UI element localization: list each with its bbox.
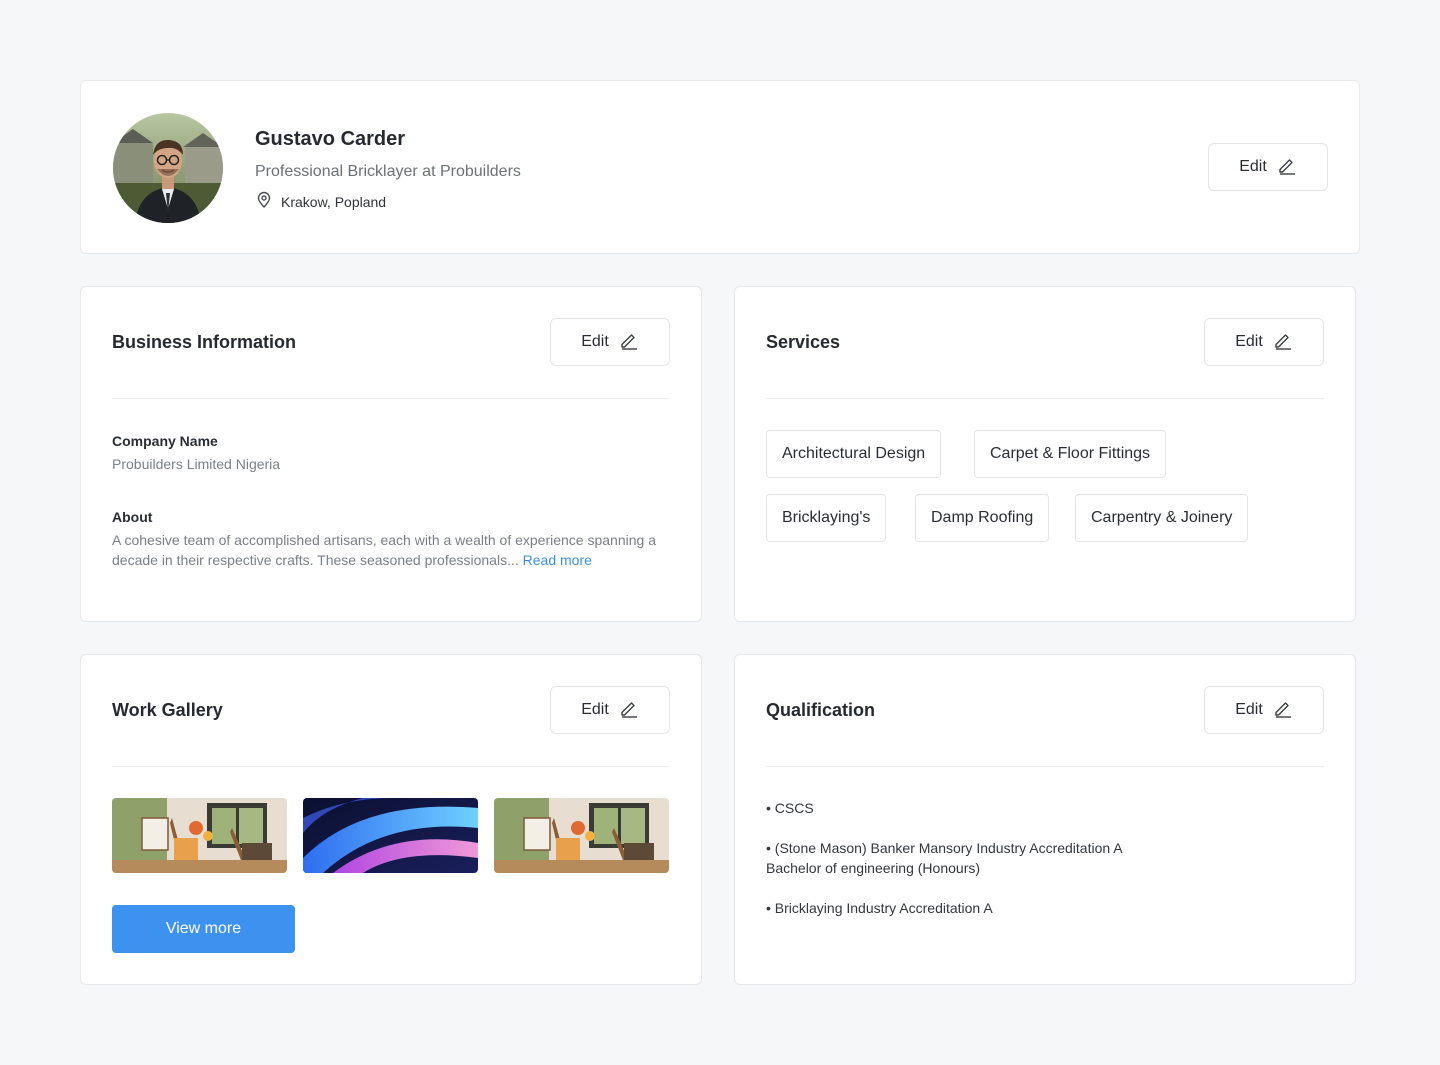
view-more-button[interactable]: View more <box>112 905 295 953</box>
gallery-image[interactable] <box>303 798 478 873</box>
profile-location: Krakow, Popland <box>255 191 386 212</box>
divider <box>112 398 670 399</box>
avatar <box>113 113 223 223</box>
map-pin-icon <box>255 191 273 212</box>
profile-name: Gustavo Carder <box>255 128 406 150</box>
business-edit-button[interactable]: Edit <box>550 318 670 366</box>
profile-edit-button[interactable]: Edit <box>1208 143 1328 191</box>
qualification-item: • Bricklaying Industry Accreditation A <box>766 900 993 916</box>
about-label: About <box>112 509 153 525</box>
edit-label: Edit <box>1235 333 1263 350</box>
divider <box>766 766 1324 767</box>
pencil-icon <box>1273 330 1293 355</box>
edit-label: Edit <box>1235 701 1263 718</box>
gallery-image[interactable] <box>112 798 287 873</box>
service-chip[interactable]: Carpet & Floor Fittings <box>974 430 1167 478</box>
services-edit-button[interactable]: Edit <box>1204 318 1324 366</box>
qualification-edit-button[interactable]: Edit <box>1204 686 1324 734</box>
work-gallery-card: Work Gallery Edit View more <box>80 654 702 985</box>
service-chip[interactable]: Carpentry & Joinery <box>1075 494 1249 542</box>
read-more-link[interactable]: Read more <box>523 552 592 568</box>
gallery-image[interactable] <box>494 798 669 873</box>
profile-card: Gustavo Carder Professional Bricklayer a… <box>80 80 1360 254</box>
gallery-edit-button[interactable]: Edit <box>550 686 670 734</box>
qualification-item: • (Stone Mason) Banker Mansory Industry … <box>766 840 1122 876</box>
business-info-card: Business Information Edit Company Name P… <box>80 286 702 622</box>
pencil-icon <box>619 698 639 723</box>
services-card: Services Edit Architectural Design Carpe… <box>734 286 1356 622</box>
location-text: Krakow, Popland <box>281 193 387 210</box>
pencil-icon <box>1273 698 1293 723</box>
section-title: Qualification <box>766 700 876 720</box>
pencil-icon <box>1277 155 1297 180</box>
service-chip[interactable]: Bricklaying's <box>766 494 887 542</box>
pencil-icon <box>619 330 639 355</box>
section-title: Work Gallery <box>112 700 223 720</box>
section-title: Services <box>766 332 841 352</box>
profile-title: Professional Bricklayer at Probuilders <box>255 163 521 180</box>
section-title: Business Information <box>112 332 297 352</box>
edit-label: Edit <box>581 701 609 718</box>
company-name-value: Probuilders Limited Nigeria <box>112 456 281 472</box>
divider <box>112 766 670 767</box>
service-chip[interactable]: Damp Roofing <box>915 494 1050 542</box>
qualification-item: • CSCS <box>766 800 814 816</box>
divider <box>766 398 1324 399</box>
qualification-card: Qualification Edit • CSCS • (Stone Mason… <box>734 654 1356 985</box>
company-name-label: Company Name <box>112 433 218 449</box>
edit-label: Edit <box>581 333 609 350</box>
about-text: A cohesive team of accomplished artisans… <box>112 530 667 570</box>
edit-label: Edit <box>1239 158 1267 175</box>
service-chip[interactable]: Architectural Design <box>766 430 942 478</box>
